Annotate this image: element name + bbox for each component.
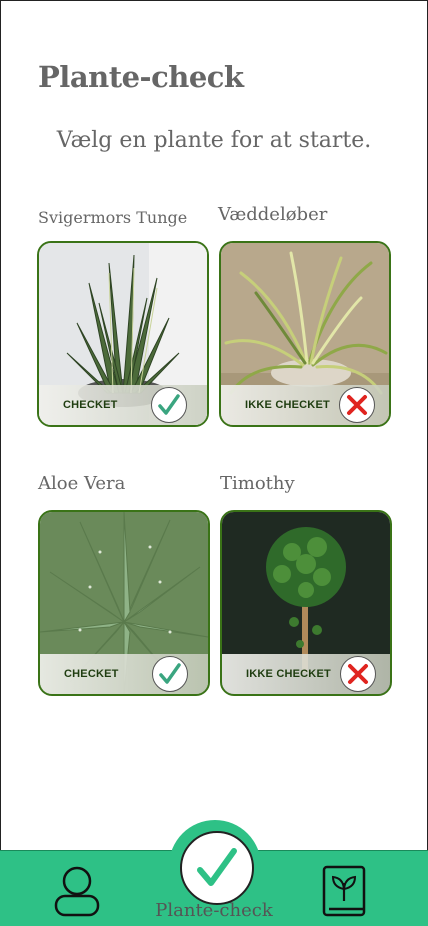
checkmark-icon [197,848,237,886]
page-title: Plante-check [38,60,244,94]
unchecked-badge [339,387,375,423]
plant-name-svigermors-tunge: Svigermors Tunge [38,208,188,227]
plant-book-icon [322,865,366,917]
checkmark-icon [158,394,180,415]
page-subtitle: Vælg en plante for at starte. [56,128,372,153]
plant-card-svigermors-tunge[interactable]: CHECKET [37,241,209,427]
plant-name-aloe-vera: Aloe Vera [38,473,126,494]
plant-name-vaeddeloeber: Væddeløber [218,204,328,225]
nav-plant-book[interactable] [321,865,367,921]
unchecked-badge [340,656,376,692]
checked-badge [152,656,188,692]
checked-badge [151,387,187,423]
plant-name-timothy: Timothy [220,473,295,494]
plant-card-timothy[interactable]: IKKE CHECKET [220,510,392,696]
checkmark-icon [159,663,181,684]
cross-icon [348,664,368,684]
plant-card-aloe-vera[interactable]: CHECKET [38,510,210,696]
status-label: CHECKET [64,668,119,680]
status-label: IKKE CHECKET [246,668,331,680]
plant-card-vaeddeloeber[interactable]: IKKE CHECKET [219,241,391,427]
nav-plante-check[interactable] [180,831,254,905]
status-label: CHECKET [63,399,118,411]
cross-icon [347,395,367,415]
status-label: IKKE CHECKET [245,399,330,411]
